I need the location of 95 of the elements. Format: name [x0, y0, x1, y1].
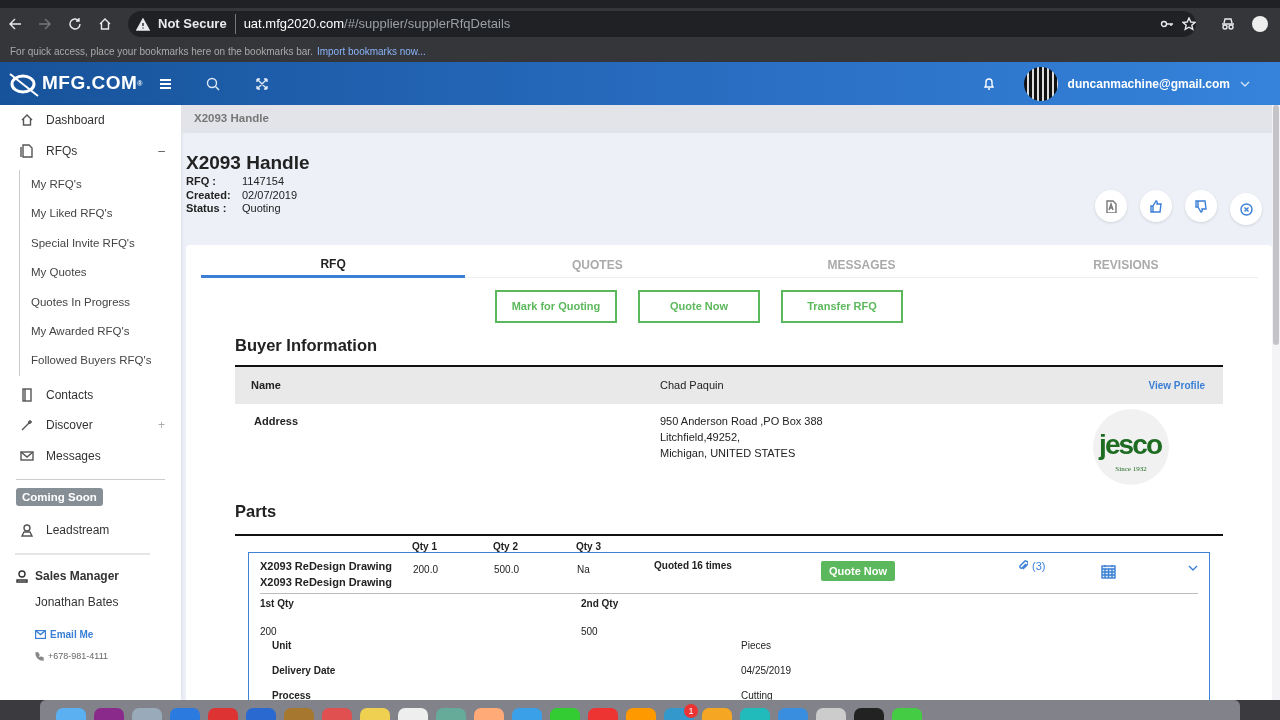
calendar-icon[interactable] — [1101, 563, 1116, 579]
qty-label: 2nd Qty — [581, 596, 620, 611]
tab[interactable]: RFQ — [201, 253, 466, 278]
meta-value: Quoting — [242, 202, 281, 216]
sidebar-item[interactable]: Leadstream — [46, 520, 110, 539]
meta-value: 02/07/2019 — [242, 188, 298, 202]
envelope-icon — [35, 630, 46, 639]
field-label: Name — [250, 378, 282, 393]
notification-badge: 1 — [684, 704, 698, 718]
envelope-icon — [20, 449, 34, 463]
section-heading: Parts — [235, 500, 278, 522]
sidebar-item[interactable]: RFQs — [46, 141, 159, 160]
person-icon — [20, 522, 34, 537]
qty-value: 500.0 — [494, 562, 521, 577]
paperclip-icon — [1018, 560, 1028, 572]
home-icon — [20, 113, 34, 128]
contacts-icon — [20, 388, 34, 402]
search-icon[interactable] — [206, 76, 220, 91]
sidebar-subitem[interactable]: Special Invite RFQ's — [20, 228, 181, 259]
close-button[interactable] — [1230, 193, 1262, 225]
sidebar-subitem[interactable]: Quotes In Progress — [20, 287, 181, 317]
sidebar-subitem[interactable]: My RFQ's — [20, 170, 181, 200]
field-label: Address — [253, 413, 300, 429]
caret-icon[interactable] — [1240, 80, 1250, 87]
field-value: Chad Paquin — [660, 378, 725, 393]
qty-value: 200 — [260, 624, 278, 639]
security-label: Not Secure — [158, 15, 227, 34]
detail-value: Pieces — [741, 638, 772, 653]
part-name[interactable]: X2093 ReDesign Drawing — [260, 557, 413, 574]
phone-icon — [35, 652, 44, 662]
qty-value: Na — [577, 562, 591, 577]
back-icon[interactable] — [8, 17, 22, 31]
sidebar-subitem[interactable]: My Awarded RFQ's — [20, 316, 181, 347]
detail-value: 04/25/2019 — [741, 663, 793, 678]
meta-value: 1147154 — [242, 175, 284, 189]
thumbs-down-button[interactable] — [1185, 190, 1217, 222]
qty-label: 1st Qty — [260, 596, 295, 611]
coming-soon-badge: Coming Soon — [16, 488, 103, 507]
sidebar-subitem[interactable]: My Liked RFQ's — [20, 199, 181, 229]
sidebar-item[interactable]: Dashboard — [46, 111, 181, 130]
reload-icon[interactable] — [68, 17, 82, 31]
logo-text: MFG.COM$^{®}$ — [42, 71, 143, 96]
thumbs-up-icon — [1149, 199, 1163, 213]
avatar[interactable] — [1023, 66, 1058, 101]
warning-icon — [136, 17, 150, 31]
column-header: Qty 1 — [412, 539, 438, 554]
sidebar-item[interactable]: Discover — [46, 416, 158, 435]
pdf-button[interactable] — [1095, 190, 1127, 222]
home-icon[interactable] — [98, 17, 112, 31]
logo[interactable]: MFG.COM$^{®}$ — [0, 69, 143, 98]
meta-label: Status : — [186, 202, 228, 216]
user-email[interactable]: duncanmachine@gmail.com — [1067, 74, 1230, 93]
manager-title: Sales Manager — [35, 568, 120, 585]
qty-value: 200.0 — [413, 562, 440, 577]
detail-label: Unit — [272, 638, 293, 653]
collapse-caret-icon[interactable] — [1188, 564, 1198, 571]
url-text[interactable]: uat.mfg2020.com/#/supplier/supplerRfqDetails — [234, 14, 511, 34]
section-heading: Buyer Information — [235, 335, 379, 356]
detail-label: Process — [272, 688, 312, 703]
bookmarks-hint: For quick access, place your bookmarks here on the bookmarks bar. — [10, 44, 313, 59]
email-link[interactable]: Email Me — [35, 627, 94, 642]
column-header: Qty 2 — [493, 539, 519, 554]
part-name[interactable]: X2093 ReDesign Drawing — [260, 573, 413, 590]
profile-icon[interactable] — [1252, 16, 1268, 32]
sidebar-item[interactable]: Messages — [46, 447, 181, 465]
attachments-link[interactable]: (3) — [1018, 557, 1046, 574]
sidebar-item[interactable]: Contacts — [46, 386, 181, 404]
meta-label: Created: — [186, 188, 232, 202]
page-title: X2093 Handle — [186, 151, 310, 175]
forward-icon[interactable] — [38, 17, 52, 31]
pdf-icon — [1104, 199, 1118, 213]
import-bookmarks-link[interactable]: Import bookmarks now... — [316, 43, 426, 59]
bell-icon[interactable] — [982, 77, 995, 90]
sidebar-subitem[interactable]: Followed Buyers RFQ's — [20, 346, 181, 376]
collapse-toggle[interactable]: – — [158, 141, 165, 160]
detail-label: Delivery Date — [272, 663, 337, 678]
meta-label: RFQ : — [186, 175, 217, 189]
column-header: Qty 3 — [576, 539, 602, 554]
scrollbar-thumb[interactable] — [1273, 105, 1279, 345]
thumbs-up-button[interactable] — [1140, 190, 1172, 222]
quote-count: Quoted 16 times — [654, 558, 733, 573]
qty-value: 500 — [581, 624, 599, 639]
detail-value: Cutting — [741, 688, 774, 703]
sidebar-subitem[interactable]: My Quotes — [20, 258, 181, 288]
manager-name: Jonathan Bates — [35, 595, 119, 609]
star-icon[interactable] — [1182, 17, 1196, 31]
thumbs-down-icon — [1194, 199, 1208, 213]
person-icon — [15, 569, 29, 583]
close-icon — [1239, 202, 1253, 216]
expand-icon[interactable] — [256, 77, 268, 90]
breadcrumb-item[interactable]: X2093 Handle — [194, 110, 269, 128]
phone-number: +678-981-4111 — [48, 650, 108, 663]
wand-icon — [20, 418, 34, 433]
file-icon — [20, 143, 34, 158]
address-text: 950 Anderson Road ,PO Box 388 Litchfield,49252, Michigan, UNITED STATES — [660, 413, 824, 461]
